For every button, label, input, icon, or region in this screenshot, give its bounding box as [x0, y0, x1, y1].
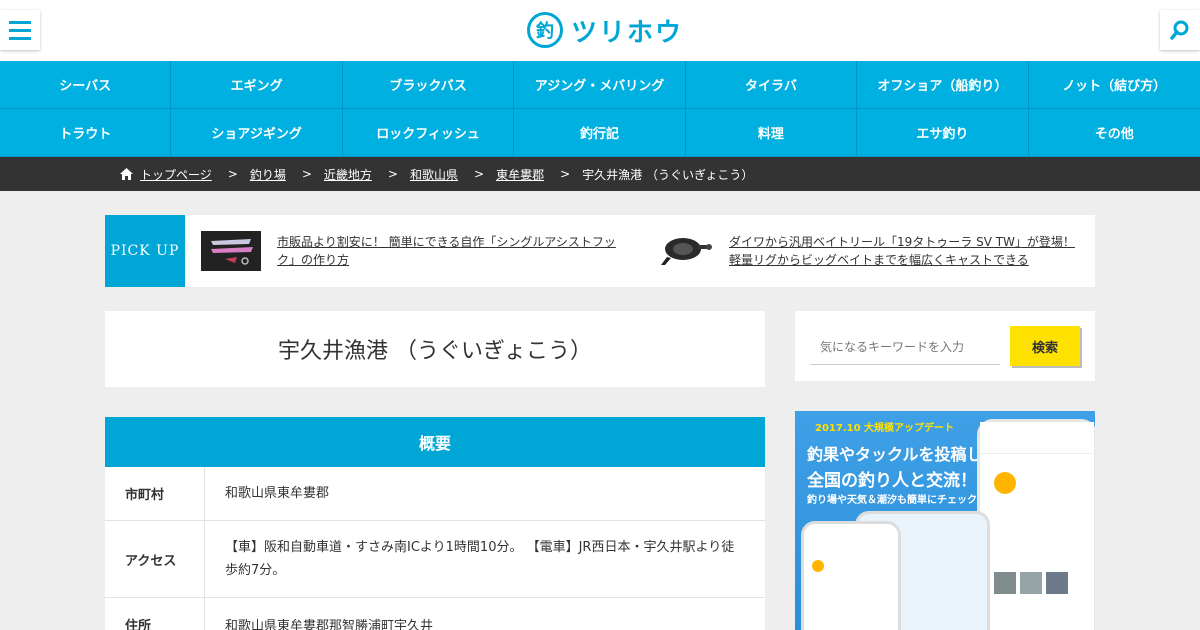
- pickup-item[interactable]: 市販品より割安に！ 簡単にできる自作「シングルアシストフック」の作り方: [201, 231, 627, 271]
- assist-hook-thumbnail: [201, 231, 261, 271]
- nav-item-seabass[interactable]: シーバス: [0, 61, 172, 109]
- row-value: 和歌山県東牟婁郡那智勝浦町宇久井: [225, 619, 434, 630]
- sun-icon: [812, 560, 824, 572]
- breadcrumb-link-kinki[interactable]: 近畿地方: [324, 166, 372, 183]
- breadcrumb: トップページ > 釣り場 > 近畿地方 > 和歌山県 > 東牟婁郡 > 宇久井漁…: [0, 157, 1200, 191]
- pickup-link-text[interactable]: ダイワから汎用ベイトリール「19タトゥーラ SV TW」が登場！軽量リグからビッ…: [729, 233, 1079, 269]
- pickup-item[interactable]: ダイワから汎用ベイトリール「19タトゥーラ SV TW」が登場！軽量リグからビッ…: [653, 231, 1079, 271]
- header-search-button[interactable]: [1160, 10, 1200, 50]
- nav-item-shore-jigging[interactable]: ショアジギング: [171, 109, 343, 157]
- breadcrumb-current: 宇久井漁港 （うぐいぎょこう）: [582, 167, 754, 182]
- breadcrumb-separator: >: [560, 167, 571, 181]
- pickup-link-text[interactable]: 市販品より割安に！ 簡単にできる自作「シングルアシストフック」の作り方: [277, 233, 627, 269]
- pickup-bar: PICK UP 市販品より割安に！ 簡単にできる自作「シングルアシストフック」の…: [105, 215, 1095, 287]
- site-header: 釣 ツリホウ: [0, 0, 1200, 61]
- nav-item-other[interactable]: その他: [1028, 109, 1200, 157]
- pickup-label: PICK UP: [105, 215, 185, 287]
- nav-item-cooking[interactable]: 料理: [685, 109, 858, 157]
- banner-subline: 釣り場や天気＆潮汐も簡単にチェック: [807, 495, 977, 506]
- phone-mockup: [801, 521, 901, 630]
- overview-table: 概要 市町村 和歌山県東牟婁郡 アクセス 【車】阪和自動車道・すさみ南ICより1…: [105, 417, 765, 630]
- row-label: 住所: [105, 598, 205, 630]
- row-value: 和歌山県東牟婁郡: [225, 486, 330, 501]
- page-title: 宇久井漁港 （うぐいぎょこう）: [278, 339, 592, 364]
- logo-mark: 釣: [527, 12, 563, 48]
- breadcrumb-separator: >: [387, 167, 398, 181]
- menu-icon-bar: [9, 36, 31, 40]
- banner-tag: 2017.10 大規模アップデート: [815, 423, 955, 434]
- bait-reel-thumbnail: [653, 231, 713, 271]
- menu-icon-bar: [9, 28, 31, 32]
- page-title-box: 宇久井漁港 （うぐいぎょこう）: [105, 311, 765, 387]
- breadcrumb-link-wakayama[interactable]: 和歌山県: [410, 166, 458, 183]
- logo-text: ツリホウ: [571, 17, 684, 48]
- category-nav: シーバス エギング ブラックバス アジング・メバリング タイラバ オフショア（船…: [0, 61, 1200, 157]
- home-icon: [120, 168, 133, 180]
- table-row: 住所 和歌山県東牟婁郡那智勝浦町宇久井: [105, 598, 765, 630]
- row-value: 【車】阪和自動車道・すさみ南ICより1時間10分。 【電車】JR西日本・宇久井駅…: [225, 540, 735, 578]
- search-input[interactable]: [810, 329, 1000, 365]
- nav-item-fishing-report[interactable]: 釣行記: [514, 109, 686, 157]
- breadcrumb-separator: >: [227, 167, 238, 181]
- banner-headline-2: 全国の釣り人と交流！: [807, 471, 977, 491]
- breadcrumb-separator: >: [474, 167, 485, 181]
- nav-item-knot[interactable]: ノット（結び方）: [1028, 61, 1200, 109]
- row-label: 市町村: [105, 467, 205, 520]
- banner-headline-1: 釣果やタックルを投稿して: [807, 445, 999, 464]
- hamburger-menu-button[interactable]: [0, 10, 40, 50]
- search-icon: [1170, 20, 1189, 40]
- sidebar-search: 検索: [795, 311, 1095, 381]
- nav-item-offshore[interactable]: オフショア（船釣り）: [857, 61, 1029, 109]
- phone-mockup: [977, 419, 1095, 630]
- nav-item-blackbass[interactable]: ブラックバス: [342, 61, 515, 109]
- breadcrumb-separator: >: [301, 167, 312, 181]
- nav-item-bait-fishing[interactable]: エサ釣り: [857, 109, 1029, 157]
- nav-item-ajing-mebaring[interactable]: アジング・メバリング: [514, 61, 686, 109]
- site-logo[interactable]: 釣 ツリホウ: [527, 11, 683, 49]
- phone-header: [980, 422, 1094, 454]
- photo-tile: [1020, 572, 1042, 594]
- nav-item-trout[interactable]: トラウト: [0, 109, 172, 157]
- nav-item-eging[interactable]: エギング: [171, 61, 343, 109]
- breadcrumb-link-fishing-spots[interactable]: 釣り場: [250, 166, 286, 183]
- row-label: アクセス: [105, 521, 205, 597]
- photo-tile: [1046, 572, 1068, 594]
- nav-item-rockfish[interactable]: ロックフィッシュ: [342, 109, 515, 157]
- app-promo-banner[interactable]: 2017.10 大規模アップデート 釣果やタックルを投稿して 全国の釣り人と交流…: [795, 411, 1095, 630]
- photo-tile: [994, 572, 1016, 594]
- table-row: アクセス 【車】阪和自動車道・すさみ南ICより1時間10分。 【電車】JR西日本…: [105, 521, 765, 598]
- search-submit-button[interactable]: 検索: [1010, 326, 1080, 366]
- menu-icon-bar: [9, 20, 31, 24]
- overview-heading: 概要: [105, 417, 765, 467]
- breadcrumb-link-higashimuro[interactable]: 東牟婁郡: [496, 166, 544, 183]
- table-row: 市町村 和歌山県東牟婁郡: [105, 467, 765, 521]
- breadcrumb-link-top[interactable]: トップページ: [140, 166, 212, 183]
- sun-icon: [994, 472, 1016, 494]
- nav-item-tairaba[interactable]: タイラバ: [685, 61, 858, 109]
